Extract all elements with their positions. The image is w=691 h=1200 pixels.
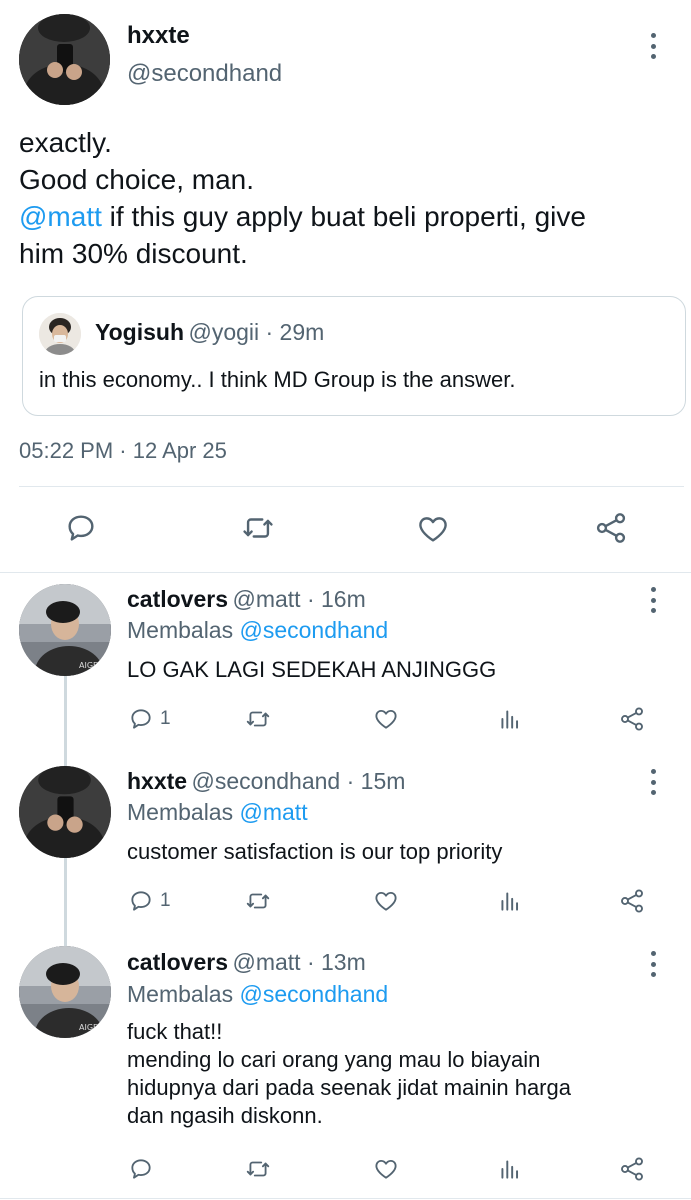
quote-text: in this economy.. I think MD Group is th… [39, 367, 516, 392]
retweet-icon [243, 518, 273, 538]
avatar-yogisuh [39, 313, 81, 355]
analytics-button[interactable] [497, 1156, 523, 1182]
avatar-hxxte[interactable] [19, 766, 111, 858]
reply-author-name[interactable]: catlovers [127, 586, 228, 612]
more-options-icon[interactable] [648, 769, 658, 795]
share-button[interactable] [618, 887, 646, 915]
analytics-icon [501, 710, 519, 729]
reply-button[interactable]: 1 [128, 888, 171, 914]
avatar-hxxte[interactable] [19, 14, 110, 105]
replying-to-link[interactable]: @secondhand [240, 981, 389, 1007]
thread-line [64, 676, 67, 766]
reply-author-handle[interactable]: @matt · 16m [232, 586, 365, 612]
like-icon [419, 517, 447, 542]
divider [19, 486, 684, 487]
reply-header: catlovers @matt · 16m [127, 586, 366, 613]
reply-text-line: hidupnya dari pada seenak jidat mainin h… [127, 1075, 571, 1100]
svg-text:AIGE: AIGE [79, 1023, 98, 1032]
reply-text-line: customer satisfaction is our top priorit… [127, 839, 503, 864]
share-button[interactable] [618, 1155, 646, 1183]
replying-to-link[interactable]: @matt [240, 799, 308, 825]
replying-prefix: Membalas [127, 617, 234, 643]
reply-header: catlovers @matt · 13m [127, 949, 366, 976]
reply-author-name[interactable]: hxxte [127, 768, 187, 794]
quoted-tweet[interactable]: Yogisuh @yogii · 29m in this economy.. I… [22, 296, 686, 416]
analytics-button[interactable] [497, 706, 523, 732]
retweet-button[interactable] [244, 706, 272, 732]
reply-header: hxxte @secondhand · 15m [127, 768, 405, 795]
share-button[interactable] [593, 510, 629, 546]
reply-button[interactable] [128, 1156, 160, 1182]
like-icon [375, 1159, 397, 1179]
like-icon [375, 891, 397, 911]
tweet-timestamp[interactable]: 05:22 PM · 12 Apr 25 [19, 438, 227, 464]
tweet-text-line: @matt if this guy apply buat beli proper… [19, 198, 684, 235]
svg-text:AIGE: AIGE [79, 661, 98, 670]
share-icon [621, 1157, 643, 1181]
retweet-icon [246, 711, 270, 727]
share-icon [621, 889, 643, 913]
retweet-button[interactable] [240, 511, 276, 545]
like-button[interactable] [372, 1156, 400, 1182]
reply-author-name[interactable]: catlovers [127, 949, 228, 975]
author-name[interactable]: hxxte [127, 22, 190, 50]
share-button[interactable] [618, 705, 646, 733]
divider [0, 572, 691, 573]
retweet-button[interactable] [244, 888, 272, 914]
quote-author-name[interactable]: Yogisuh [95, 319, 184, 345]
avatar-catlovers[interactable]: AIGE [19, 946, 111, 1038]
replying-to: Membalas @secondhand [127, 617, 388, 644]
replying-to: Membalas @matt [127, 799, 308, 826]
reply-text: customer satisfaction is our top priorit… [127, 838, 502, 866]
reply-icon [131, 709, 151, 729]
replying-to: Membalas @secondhand [127, 981, 388, 1008]
reply-icon [131, 1159, 151, 1179]
like-button[interactable] [415, 512, 451, 546]
reply-count: 1 [160, 708, 171, 729]
reply-text-line: LO GAK LAGI SEDEKAH ANJINGGG [127, 657, 497, 682]
share-icon [596, 513, 626, 543]
reply-icon [68, 515, 94, 541]
like-button[interactable] [372, 706, 400, 732]
mention-link[interactable]: @matt [19, 201, 102, 232]
replying-to-link[interactable]: @secondhand [240, 617, 389, 643]
retweet-button[interactable] [244, 1156, 272, 1182]
quote-author-handle[interactable]: @yogii · 29m [188, 319, 324, 345]
more-options-icon[interactable] [648, 951, 658, 977]
tweet-text: exactly. Good choice, man. @matt if this… [19, 124, 684, 272]
tweet-text-line: him 30% discount. [19, 238, 248, 269]
reply-text: LO GAK LAGI SEDEKAH ANJINGGG [127, 656, 496, 684]
share-icon [621, 707, 643, 731]
reply-text-line: dan ngasih diskonn. [127, 1103, 323, 1128]
replying-prefix: Membalas [127, 981, 234, 1007]
quote-header: Yogisuh @yogii · 29m [95, 319, 324, 346]
reply-author-handle[interactable]: @matt · 13m [232, 949, 365, 975]
more-options-icon[interactable] [648, 587, 658, 613]
analytics-button[interactable] [497, 888, 523, 914]
reply-text: fuck that!! mending lo cari orang yang m… [127, 1018, 667, 1130]
reply-text-line: mending lo cari orang yang mau lo biayai… [127, 1047, 541, 1072]
thread-line [64, 858, 67, 946]
like-icon [375, 709, 397, 729]
reply-text-line: fuck that!! [127, 1019, 223, 1044]
tweet-text-line: Good choice, man. [19, 164, 255, 195]
avatar-catlovers[interactable]: AIGE [19, 584, 111, 676]
reply-button[interactable]: 1 [128, 706, 171, 732]
author-handle[interactable]: @secondhand [127, 60, 282, 88]
replying-prefix: Membalas [127, 799, 234, 825]
retweet-icon [246, 893, 270, 909]
divider [0, 1198, 691, 1199]
analytics-icon [501, 892, 519, 911]
reply-author-handle[interactable]: @secondhand · 15m [192, 768, 406, 794]
analytics-icon [501, 1160, 519, 1179]
reply-icon [131, 891, 151, 911]
tweet-text-line: exactly. [19, 127, 112, 158]
reply-button[interactable] [64, 511, 98, 545]
tweet-text-fragment: if this guy apply buat beli properti, gi… [101, 201, 586, 232]
reply-count: 1 [160, 890, 171, 911]
like-button[interactable] [372, 888, 400, 914]
more-options-icon[interactable] [648, 33, 658, 59]
retweet-icon [246, 1161, 270, 1177]
